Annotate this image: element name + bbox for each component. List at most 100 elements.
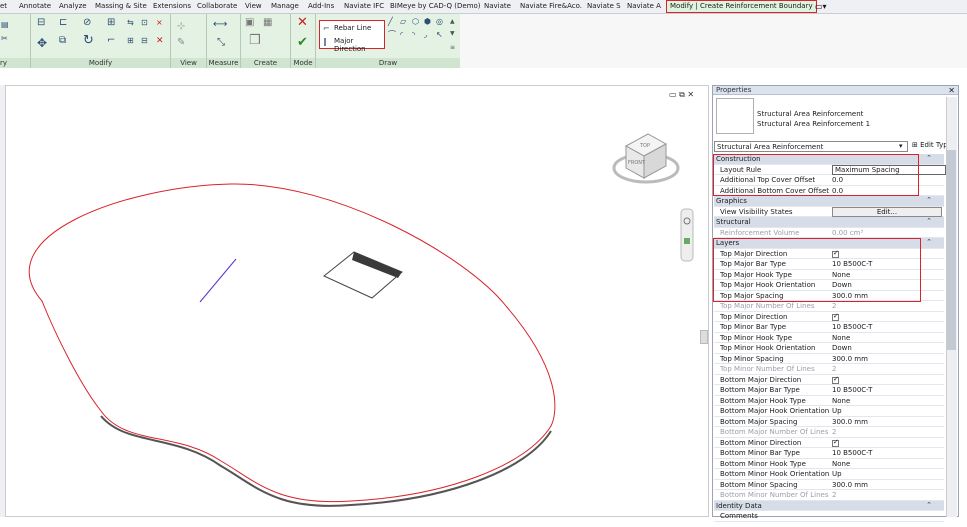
section-header[interactable]: Graphics ⌃ (714, 196, 944, 207)
tab-naviate-ifc[interactable]: Naviate IFC (344, 2, 384, 10)
property-value[interactable]: Down (832, 344, 852, 352)
circle-icon[interactable]: ◎ (436, 17, 443, 27)
tab-analyze[interactable]: Analyze (59, 2, 87, 10)
section-header[interactable]: Structural ⌃ (714, 217, 944, 228)
trim-icon[interactable]: ⌐ (107, 36, 115, 46)
close-view-icon[interactable]: ✕ (687, 90, 694, 99)
dimension-icon[interactable]: ⤡ (217, 38, 225, 48)
move-icon[interactable]: ✥ (37, 37, 47, 49)
tab-view[interactable]: View (245, 2, 262, 10)
property-value[interactable]: 10 B500C-T (832, 386, 872, 394)
tab-manage[interactable]: Manage (271, 2, 299, 10)
instance-filter-dropdown[interactable]: Structural Area Reinforcement (714, 141, 908, 152)
fillet-arc-icon[interactable]: ◞ (424, 30, 427, 40)
pin-icon[interactable]: ⇆ (127, 18, 134, 28)
paste-icon[interactable]: ▤ (1, 20, 9, 30)
rectangle-icon[interactable]: ▱ (400, 17, 406, 27)
arc-tangent-icon[interactable]: ◝ (412, 30, 415, 40)
ribbon-empty-area (460, 14, 967, 68)
property-checkbox[interactable] (832, 312, 839, 322)
copy-icon[interactable]: ⧉ (59, 36, 66, 46)
tab-partial[interactable]: et (0, 2, 7, 10)
close-icon[interactable]: ✕ (948, 86, 955, 95)
restore-icon[interactable]: ⧉ (679, 90, 685, 99)
properties-scroll-thumb[interactable] (947, 150, 956, 350)
property-row: Top Minor Direction (714, 312, 944, 322)
cancel-edit-icon[interactable]: ✕ (297, 16, 308, 29)
collapse-icon[interactable]: ⌃ (926, 238, 932, 246)
edit-button[interactable]: Edit... (832, 206, 942, 217)
property-checkbox[interactable] (832, 375, 839, 385)
type-instance-name: Structural Area Reinforcement 1 (757, 120, 871, 128)
line-icon[interactable]: ╱ (388, 17, 393, 27)
collapse-icon[interactable]: ⌃ (926, 154, 932, 162)
cut-icon[interactable]: ✂ (1, 34, 8, 44)
tab-naviate-fire[interactable]: Naviate Fire&Aco. (520, 2, 582, 10)
property-value[interactable]: None (832, 334, 850, 342)
canvas-scroll-thumb[interactable] (700, 330, 708, 344)
tab-annotate[interactable]: Annotate (19, 2, 51, 10)
measure-icon[interactable]: ⟷ (213, 20, 227, 30)
viewcube[interactable]: TOP FRONT (612, 133, 680, 184)
inscribed-polygon-icon[interactable]: ⬢ (424, 17, 431, 27)
hide-icon[interactable]: ⊹ (177, 22, 185, 32)
unpin-icon[interactable]: ⨯ (156, 18, 163, 28)
tab-modify-create-reinforcement-boundary[interactable]: Modify | Create Reinforcement Boundary (666, 0, 817, 13)
construction-highlight (713, 154, 919, 196)
tab-collaborate[interactable]: Collaborate (197, 2, 237, 10)
navigation-bar[interactable] (680, 208, 694, 262)
pick-lines-icon[interactable]: ↖ (436, 30, 443, 40)
tab-extensions[interactable]: Extensions (153, 2, 191, 10)
delete-icon[interactable]: ✕ (156, 36, 164, 46)
ribbon-toggle-icon[interactable]: ▭▾ (815, 2, 827, 11)
property-value[interactable]: Up (832, 407, 842, 415)
offset-icon[interactable]: ⊏ (59, 18, 67, 28)
scroll-down-icon[interactable]: ▼ (450, 29, 455, 39)
tab-naviate-a[interactable]: Naviate A (627, 2, 661, 10)
tab-bimeye[interactable]: BIMeye by CAD-Q (Demo) (390, 2, 481, 10)
polygon-icon[interactable]: ⬡ (412, 17, 419, 27)
finish-edit-icon[interactable]: ✔ (297, 36, 308, 49)
create-similar-icon[interactable]: ▣ (245, 18, 254, 28)
arc-center-icon[interactable]: ◜ (400, 30, 403, 40)
create-parts-icon[interactable]: ▦ (263, 18, 272, 28)
tab-naviate[interactable]: Naviate (484, 2, 511, 10)
collapse-icon[interactable]: ⌃ (926, 217, 932, 225)
section-header[interactable]: Identity Data ⌃ (714, 500, 944, 511)
tab-add-ins[interactable]: Add-Ins (308, 2, 334, 10)
split-icon[interactable]: ⊞ (107, 18, 115, 28)
rotate-icon[interactable]: ↻ (83, 34, 94, 47)
chevron-down-icon[interactable]: ▾ (899, 142, 903, 150)
rebar-line-option[interactable]: Rebar Line (334, 24, 371, 32)
property-value[interactable]: 10 B500C-T (832, 449, 872, 457)
arc-start-end-icon[interactable]: ⌒ (388, 30, 396, 40)
slab-view: TOP FRONT (28, 133, 694, 507)
property-value[interactable]: 300.0 mm (832, 355, 868, 363)
expand-gallery-icon[interactable]: ≡ (450, 43, 455, 53)
mirror-icon[interactable]: ⊘ (83, 18, 91, 28)
property-value[interactable]: None (832, 460, 850, 468)
property-value[interactable]: 300.0 mm (832, 418, 868, 426)
major-direction-option[interactable]: Major Direction (334, 37, 384, 53)
zoom-icon[interactable] (684, 238, 690, 244)
scroll-up-icon[interactable]: ▲ (450, 17, 455, 27)
group-icon[interactable]: ⊟ (141, 36, 148, 46)
array-icon[interactable]: ⊡ (141, 18, 148, 28)
property-value[interactable]: Up (832, 470, 842, 478)
tab-massing-site[interactable]: Massing & Site (95, 2, 147, 10)
override-icon[interactable]: ✎ (177, 38, 185, 48)
drawing-canvas[interactable]: TOP FRONT (5, 85, 709, 517)
tab-naviate-s[interactable]: Naviate S (587, 2, 621, 10)
property-value[interactable]: 300.0 mm (832, 481, 868, 489)
property-checkbox[interactable] (832, 438, 839, 448)
reinforcement-boundary[interactable] (28, 183, 556, 503)
property-row: Bottom Major Hook Orientation Up (714, 406, 944, 417)
minimize-icon[interactable]: ▭ (669, 90, 677, 99)
property-value[interactable]: None (832, 397, 850, 405)
collapse-icon[interactable]: ⌃ (926, 196, 932, 204)
collapse-icon[interactable]: ⌃ (926, 501, 932, 509)
align-icon[interactable]: ⊟ (37, 18, 45, 28)
scale-icon[interactable]: ⊞ (127, 36, 134, 46)
create-group-icon[interactable]: ❒ (249, 34, 261, 47)
property-value[interactable]: 10 B500C-T (832, 323, 872, 331)
